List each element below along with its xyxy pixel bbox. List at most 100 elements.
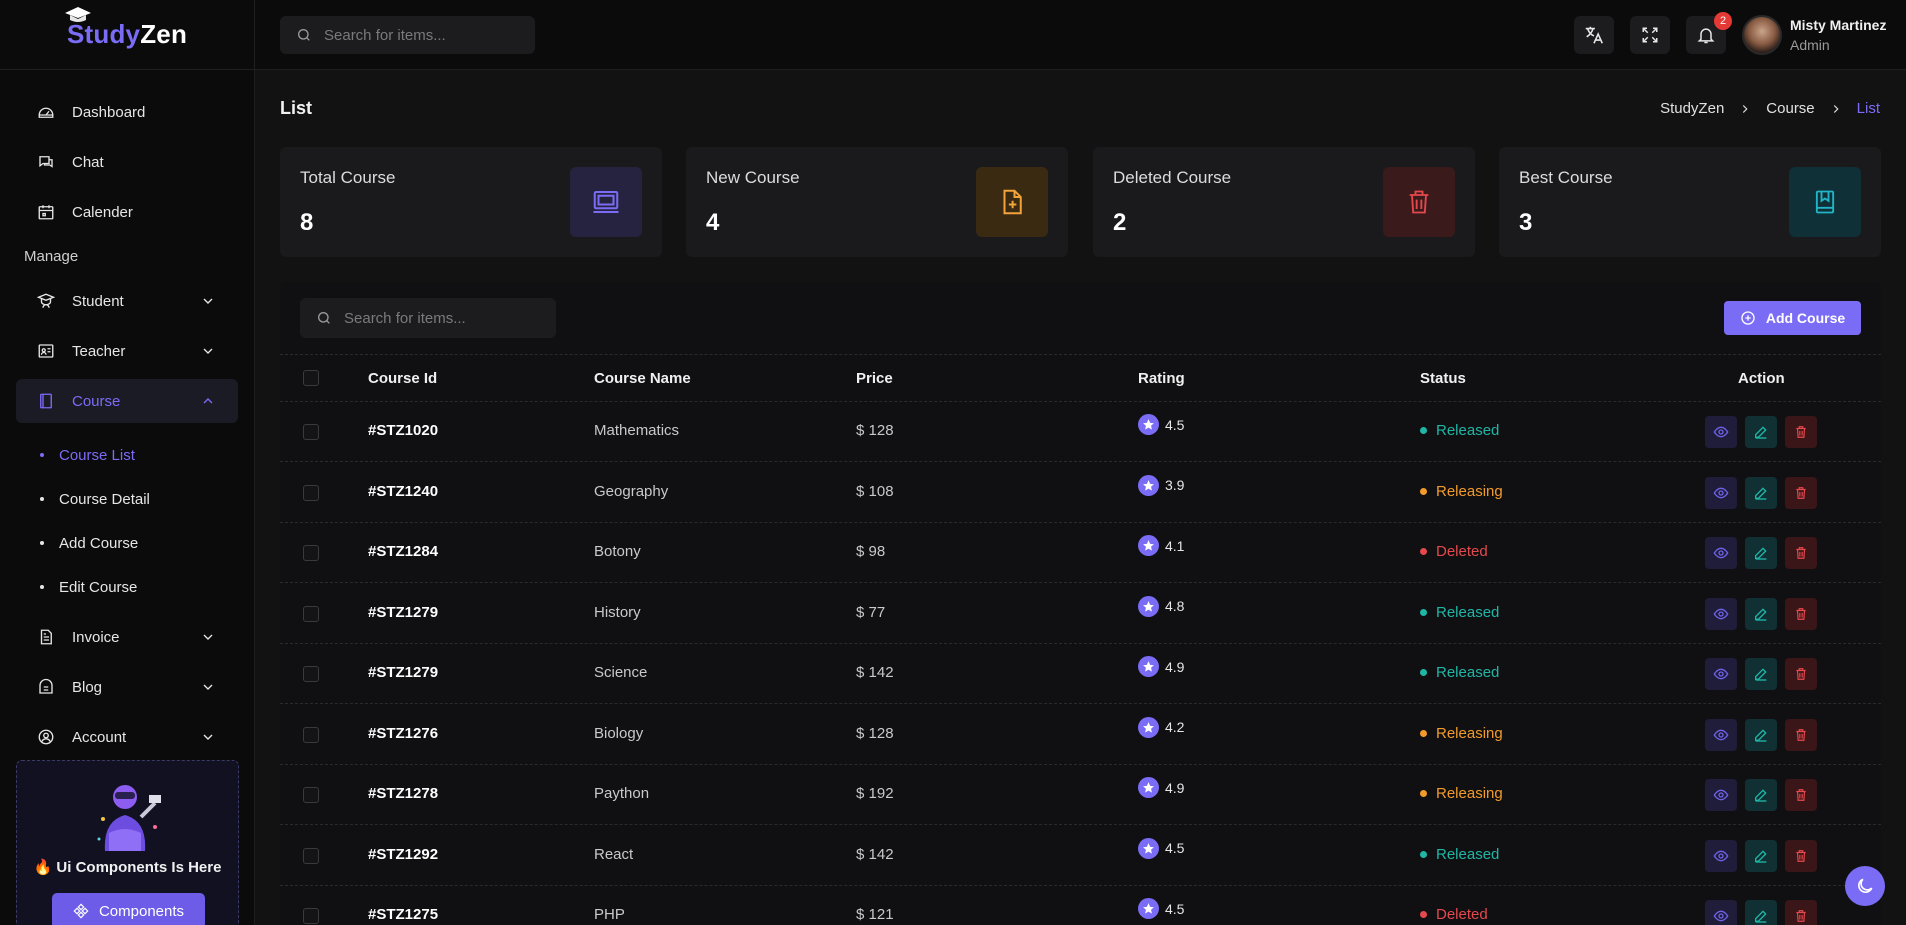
notifications-button[interactable]: 2 [1686, 12, 1732, 54]
brand-logo[interactable]: StudyZen [0, 0, 254, 70]
row-checkbox[interactable] [303, 484, 319, 501]
components-button[interactable]: Components [52, 893, 205, 925]
row-checkbox[interactable] [303, 605, 319, 622]
view-button[interactable] [1705, 597, 1737, 630]
theme-toggle-button[interactable] [1845, 866, 1885, 906]
table-row[interactable]: #STZ1240 Geography $ 108 3.9 Releasing [280, 463, 1881, 523]
translate-button[interactable] [1574, 16, 1614, 54]
row-actions [1705, 658, 1825, 690]
table-row[interactable]: #STZ1276 Biology $ 128 4.2 Releasing [280, 705, 1881, 765]
view-button[interactable] [1705, 900, 1737, 925]
edit-button[interactable] [1745, 839, 1777, 872]
course-price: $ 128 [856, 724, 894, 742]
delete-button[interactable] [1785, 839, 1817, 872]
table-search-box[interactable] [300, 298, 556, 338]
delete-button[interactable] [1785, 779, 1817, 811]
submenu-item-course-list[interactable]: Course List [0, 433, 254, 477]
view-button[interactable] [1705, 476, 1737, 509]
pencil-icon [1753, 908, 1769, 924]
row-checkbox[interactable] [303, 424, 319, 440]
edit-button[interactable] [1745, 900, 1777, 925]
edit-button[interactable] [1745, 658, 1777, 690]
edit-button[interactable] [1745, 416, 1777, 448]
view-button[interactable] [1705, 537, 1737, 569]
table-row[interactable]: #STZ1279 History $ 77 4.8 Released [280, 584, 1881, 644]
column-header-rating[interactable]: Rating [1138, 370, 1185, 387]
delete-button[interactable] [1785, 718, 1817, 751]
sidebar-item-blog[interactable]: Blog [16, 665, 238, 709]
rating-value: 3.9 [1165, 477, 1185, 493]
sidebar-item-student[interactable]: Student [16, 279, 238, 323]
star-icon [1138, 595, 1159, 617]
search-input[interactable] [324, 26, 504, 44]
table-row[interactable]: #STZ1020 Mathematics $ 128 4.5 Released [280, 402, 1881, 462]
edit-button[interactable] [1745, 718, 1777, 751]
delete-button[interactable] [1785, 537, 1817, 569]
view-button[interactable] [1705, 658, 1737, 690]
view-button[interactable] [1705, 779, 1737, 811]
delete-button[interactable] [1785, 476, 1817, 509]
stat-value: 8 [300, 209, 314, 236]
rating-value: 4.1 [1165, 537, 1185, 554]
status-text: Released [1436, 664, 1500, 681]
table-row[interactable]: #STZ1278 Paython $ 192 4.9 Releasing [280, 765, 1881, 825]
table-row[interactable]: #STZ1279 Science $ 142 4.9 Released [280, 644, 1881, 704]
breadcrumb-item-course[interactable]: Course [1766, 100, 1814, 117]
edit-button[interactable] [1745, 476, 1777, 509]
column-header-course-name[interactable]: Course Name [594, 370, 691, 387]
chalkboard-icon [570, 167, 642, 237]
sidebar-item-course[interactable]: Course [16, 379, 238, 423]
eye-icon [1713, 848, 1729, 864]
delete-button[interactable] [1785, 658, 1817, 690]
sidebar-item-label: Teacher [72, 342, 126, 360]
sidebar-item-invoice[interactable]: Invoice [16, 615, 238, 659]
delete-button[interactable] [1785, 597, 1817, 630]
submenu-item-edit-course[interactable]: Edit Course [0, 565, 254, 609]
user-name: Misty Martinez [1790, 17, 1887, 33]
column-header-status[interactable]: Status [1420, 370, 1466, 387]
components-icon [73, 903, 89, 919]
top-search-box[interactable] [280, 16, 535, 54]
submenu-item-add-course[interactable]: Add Course [0, 521, 254, 565]
submenu-item-course-detail[interactable]: Course Detail [0, 477, 254, 521]
table-row[interactable]: #STZ1292 React $ 142 4.5 Released [280, 826, 1881, 886]
row-checkbox[interactable] [303, 545, 319, 561]
row-actions [1705, 597, 1825, 630]
row-checkbox[interactable] [303, 908, 319, 924]
dashboard-icon [36, 102, 56, 122]
fullscreen-button[interactable] [1630, 16, 1670, 54]
avatar[interactable] [1742, 15, 1782, 55]
table-search-input[interactable] [344, 309, 524, 327]
row-checkbox[interactable] [303, 787, 319, 803]
row-checkbox[interactable] [303, 726, 319, 743]
sidebar-item-chat[interactable]: Chat [16, 140, 238, 184]
view-button[interactable] [1705, 718, 1737, 751]
status-text: Released [1436, 422, 1500, 439]
sidebar-item-teacher[interactable]: Teacher [16, 329, 238, 373]
view-button[interactable] [1705, 839, 1737, 872]
row-checkbox[interactable] [303, 666, 319, 682]
column-header-price[interactable]: Price [856, 370, 893, 387]
breadcrumb-item-studyzen[interactable]: StudyZen [1660, 100, 1724, 117]
row-actions [1705, 718, 1825, 751]
add-course-button[interactable]: Add Course [1724, 301, 1861, 335]
column-header-course-id[interactable]: Course Id [368, 370, 437, 387]
sidebar-item-dashboard[interactable]: Dashboard [16, 90, 238, 134]
delete-button[interactable] [1785, 900, 1817, 925]
calendar-icon [36, 202, 56, 222]
edit-button[interactable] [1745, 597, 1777, 630]
select-all-checkbox[interactable] [303, 370, 319, 386]
sidebar-item-calender[interactable]: Calender [16, 190, 238, 234]
trash-icon [1794, 666, 1808, 682]
view-button[interactable] [1705, 416, 1737, 448]
pencil-icon [1753, 787, 1769, 803]
row-checkbox[interactable] [303, 847, 319, 864]
sidebar-item-account[interactable]: Account [16, 715, 238, 759]
eye-icon [1713, 485, 1729, 501]
table-row[interactable]: #STZ1275 PHP $ 121 4.5 Deleted [280, 886, 1881, 925]
edit-button[interactable] [1745, 537, 1777, 569]
edit-button[interactable] [1745, 779, 1777, 811]
delete-button[interactable] [1785, 416, 1817, 448]
table-row[interactable]: #STZ1284 Botony $ 98 4.1 Deleted [280, 523, 1881, 583]
eye-icon [1713, 666, 1729, 682]
